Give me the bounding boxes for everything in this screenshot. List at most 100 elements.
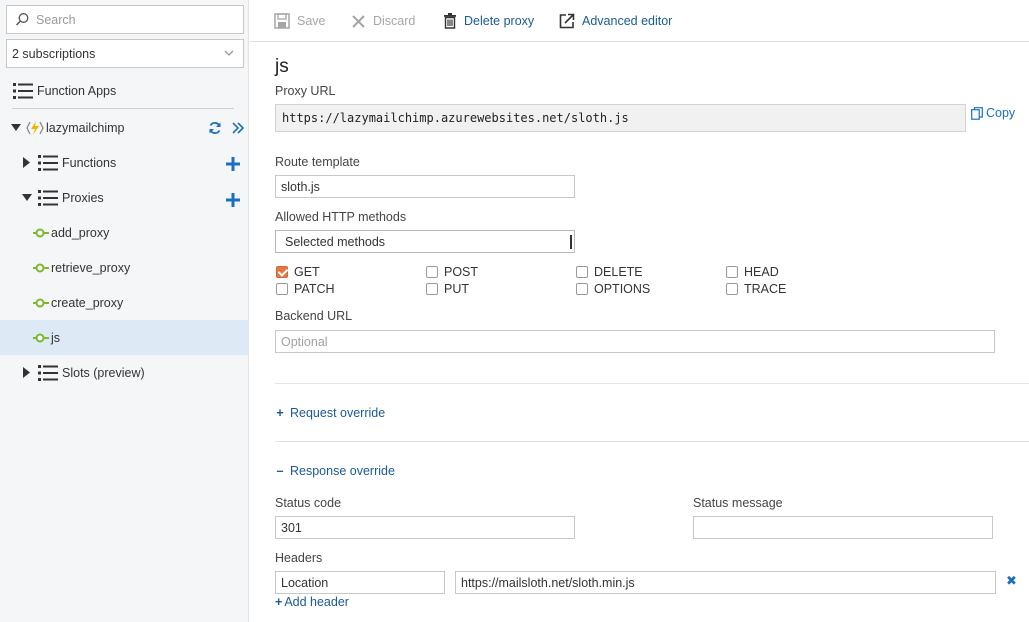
discard-button[interactable]: Discard xyxy=(351,12,415,30)
checkbox-box[interactable] xyxy=(726,266,738,278)
header-name-input[interactable]: Location xyxy=(275,571,445,594)
proxy-url-field[interactable]: https://lazymailchimp.azurewebsites.net/… xyxy=(275,104,966,132)
close-icon xyxy=(352,14,365,28)
method-label: TRACE xyxy=(744,282,787,296)
method-patch-checkbox[interactable]: PATCH xyxy=(276,282,335,296)
checkbox-box[interactable] xyxy=(576,283,588,295)
status-code-label: Status code xyxy=(275,496,342,510)
caret-right-icon[interactable] xyxy=(23,157,31,168)
remove-header-icon[interactable]: ✖ xyxy=(1006,573,1017,589)
status-message-label: Status message xyxy=(693,496,783,510)
method-delete-checkbox[interactable]: DELETE xyxy=(576,265,643,279)
proxy-item-label: js xyxy=(51,330,61,345)
checkbox-box[interactable] xyxy=(276,266,288,278)
copy-button[interactable]: Copy xyxy=(971,106,1015,120)
section-divider xyxy=(275,383,1029,384)
proxies-label: Proxies xyxy=(62,190,104,205)
refresh-icon[interactable] xyxy=(208,121,222,135)
minus-icon: – xyxy=(276,464,284,478)
backend-url-label: Backend URL xyxy=(275,309,353,323)
external-link-icon xyxy=(559,13,575,29)
checkbox-box[interactable] xyxy=(426,266,438,278)
route-template-label: Route template xyxy=(275,155,360,169)
method-label: HEAD xyxy=(744,265,779,279)
tree-item-proxies[interactable]: Proxies xyxy=(0,180,249,215)
sidebar-divider xyxy=(12,108,234,109)
save-icon xyxy=(274,13,290,29)
double-chevron-right-icon[interactable] xyxy=(231,122,245,134)
method-head-checkbox[interactable]: HEAD xyxy=(726,265,779,279)
delete-proxy-button[interactable]: Delete proxy xyxy=(443,12,534,30)
save-label: Save xyxy=(297,14,326,28)
proxy-icon xyxy=(33,263,49,273)
allowed-methods-select[interactable]: Selected methods xyxy=(275,230,575,253)
add-proxy-plus-icon[interactable] xyxy=(226,193,240,207)
subscriptions-label: 2 subscriptions xyxy=(12,47,96,61)
caret-down-icon[interactable] xyxy=(22,194,32,202)
checkbox-box[interactable] xyxy=(426,283,438,295)
save-button[interactable]: Save xyxy=(274,12,326,30)
advanced-editor-label: Advanced editor xyxy=(582,14,673,28)
subscriptions-dropdown[interactable]: 2 subscriptions xyxy=(6,39,244,68)
method-get-checkbox[interactable]: GET xyxy=(276,265,320,279)
add-header-label: Add header xyxy=(284,595,349,609)
method-label: GET xyxy=(294,265,320,279)
list-icon xyxy=(38,190,58,206)
caret-down-icon[interactable] xyxy=(11,124,21,132)
app-name-label: lazymailchimp xyxy=(46,120,125,135)
status-code-input[interactable]: 301 xyxy=(275,516,575,539)
status-message-input[interactable] xyxy=(693,516,993,539)
tree-item-function-apps[interactable]: Function Apps xyxy=(0,73,249,108)
list-icon xyxy=(38,155,58,171)
proxy-icon xyxy=(33,333,49,343)
function-apps-label: Function Apps xyxy=(37,83,117,98)
tree-item-app[interactable]: lazymailchimp xyxy=(0,110,249,145)
method-label: PATCH xyxy=(294,282,335,296)
method-put-checkbox[interactable]: PUT xyxy=(426,282,469,296)
headers-label: Headers xyxy=(275,551,323,565)
copy-label: Copy xyxy=(986,106,1016,120)
proxy-icon xyxy=(33,228,49,238)
method-trace-checkbox[interactable]: TRACE xyxy=(726,282,786,296)
section-divider xyxy=(275,441,1029,442)
copy-icon xyxy=(971,106,983,120)
proxy-item-label: create_proxy xyxy=(51,295,124,310)
slots-label: Slots (preview) xyxy=(62,365,145,380)
add-function-plus-icon[interactable] xyxy=(226,157,240,171)
method-post-checkbox[interactable]: POST xyxy=(426,265,478,279)
method-options-checkbox[interactable]: OPTIONS xyxy=(576,282,650,296)
search-input[interactable] xyxy=(36,11,236,29)
response-override-label: Response override xyxy=(290,464,395,478)
caret-right-icon[interactable] xyxy=(23,367,31,378)
search-box[interactable] xyxy=(6,5,244,34)
chevron-down-icon xyxy=(224,50,234,56)
proxy-url-label: Proxy URL xyxy=(275,84,336,98)
tree-item-functions[interactable]: Functions xyxy=(0,145,249,180)
trash-icon xyxy=(444,13,456,29)
checkbox-box[interactable] xyxy=(576,266,588,278)
tree-item-slots[interactable]: Slots (preview) xyxy=(0,355,249,390)
functions-label: Functions xyxy=(62,155,117,170)
main-panel: Save Discard Delete proxy Advanced edito… xyxy=(250,0,1029,622)
header-value-input[interactable]: https://mailsloth.net/sloth.min.js xyxy=(455,571,996,594)
proxy-item-js[interactable]: js xyxy=(0,320,249,355)
checkbox-box[interactable] xyxy=(276,283,288,295)
method-label: PUT xyxy=(444,282,469,296)
advanced-editor-button[interactable]: Advanced editor xyxy=(559,12,672,30)
function-app-bolt-icon xyxy=(26,121,44,135)
route-template-input[interactable]: sloth.js xyxy=(275,175,575,198)
plus-icon: + xyxy=(275,595,283,609)
checkbox-box[interactable] xyxy=(726,283,738,295)
method-label: OPTIONS xyxy=(594,282,651,296)
request-override-toggle[interactable]: + Request override xyxy=(275,406,385,420)
delete-proxy-label: Delete proxy xyxy=(464,14,535,28)
response-override-toggle[interactable]: – Response override xyxy=(275,464,395,478)
proxy-item-label: add_proxy xyxy=(51,225,110,240)
proxy-item-retrieve-proxy[interactable]: retrieve_proxy xyxy=(0,250,249,285)
toolbar: Save Discard Delete proxy Advanced edito… xyxy=(250,0,1029,42)
proxy-item-add-proxy[interactable]: add_proxy xyxy=(0,215,249,250)
proxy-item-create-proxy[interactable]: create_proxy xyxy=(0,285,249,320)
add-header-button[interactable]: + Add header xyxy=(275,595,349,609)
backend-url-input[interactable]: Optional xyxy=(275,330,995,353)
method-label: DELETE xyxy=(594,265,643,279)
